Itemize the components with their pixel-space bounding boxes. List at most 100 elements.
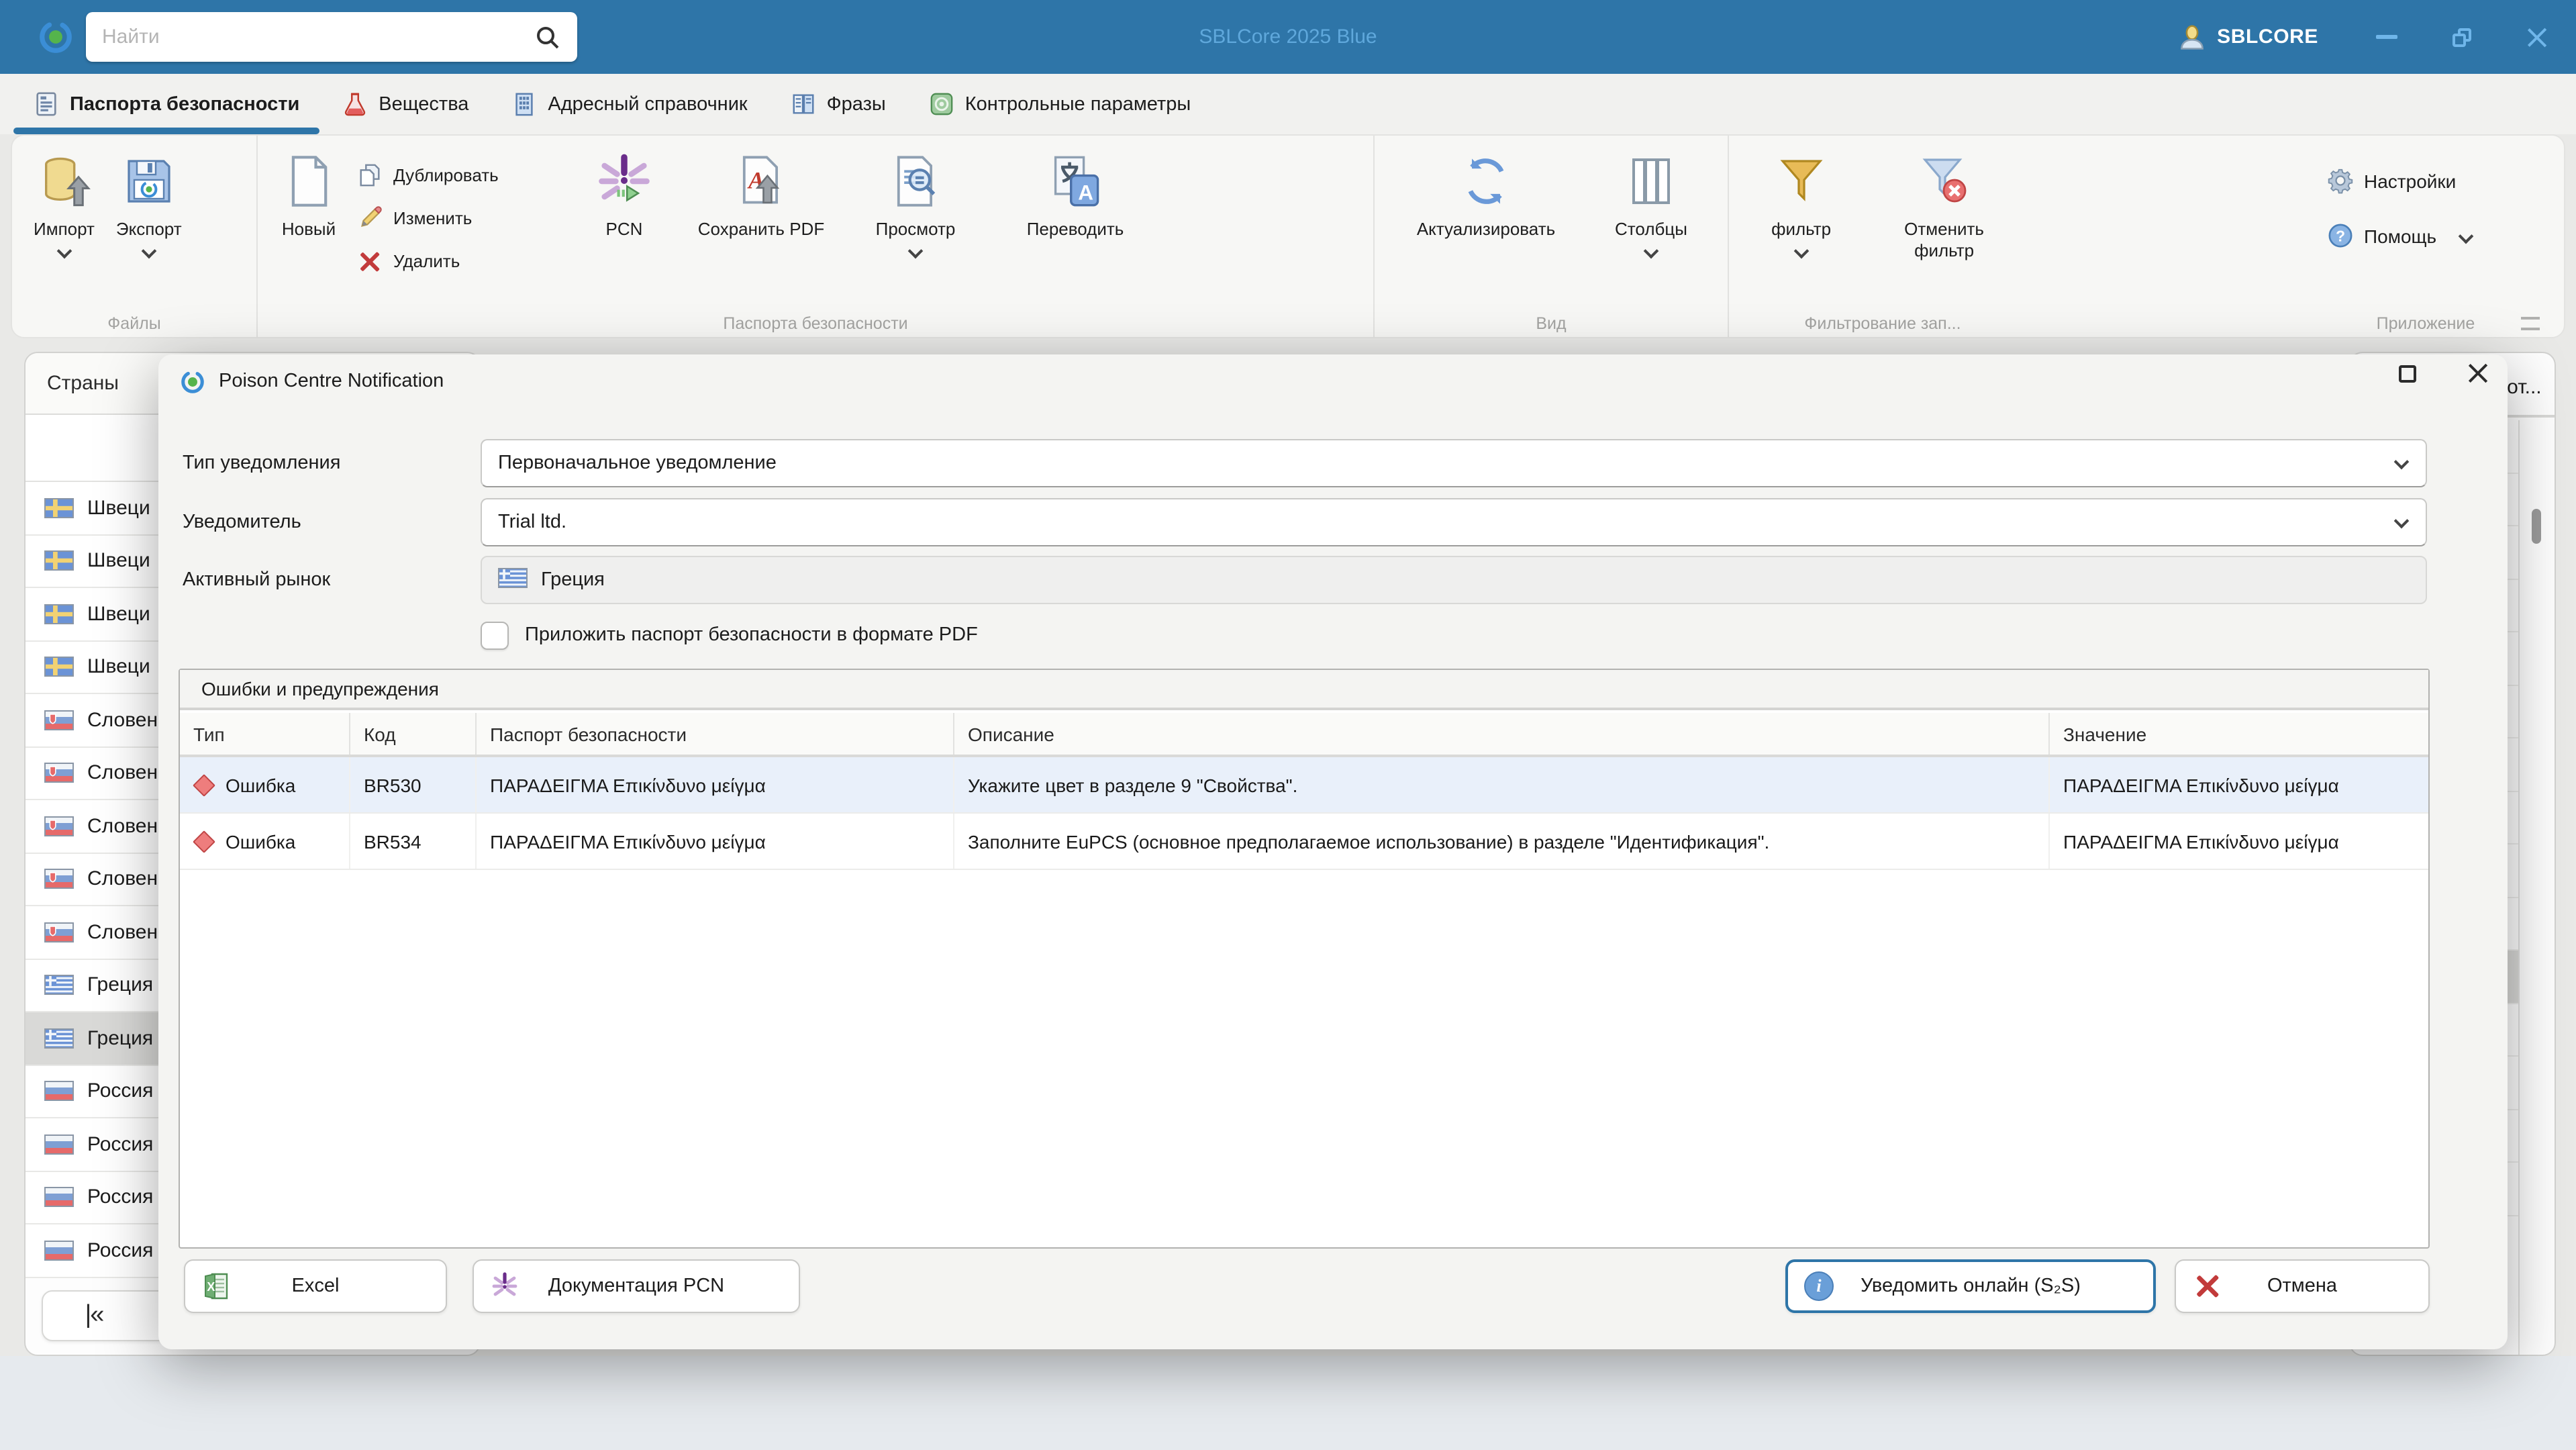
greece-flag-icon [498,567,528,593]
export-button[interactable]: Экспорт [108,146,190,262]
error-description-cell: Укажите цвет в разделе 9 "Свойства". [954,757,2050,812]
button-label: Настройки [2364,170,2456,191]
field-row-notification-type: Тип уведомления Первоначальное уведомлен… [183,439,2427,487]
save-pdf-button[interactable]: A Сохранить PDF [687,146,835,246]
column-header[interactable]: Паспорт безопасности [477,713,954,755]
button-label: PCN [606,219,643,241]
ribbon-toolbar: Импорт Экспорт Файлы [11,134,2565,338]
field-value: Греция [541,569,605,591]
settings-button[interactable]: Настройки [2322,165,2477,196]
pcn-documentation-button[interactable]: Документация PCN [473,1259,800,1313]
duplicate-button[interactable]: Дублировать [352,160,561,191]
preview-icon [886,152,945,211]
application-window: SBLCore 2025 Blue SBLCORE [0,0,2576,1450]
button-label: Переводить [1027,219,1124,241]
country-label: Словен [87,921,158,944]
attach-pdf-checkbox[interactable] [481,621,509,649]
delete-button[interactable]: Удалить [352,246,561,277]
column-header[interactable]: Тип [180,713,350,755]
dialog-maximize-button[interactable] [2399,365,2416,382]
duplicate-icon [357,162,383,188]
edit-button[interactable]: Изменить [352,203,561,234]
country-label: Словен [87,709,158,732]
se-flag-icon [44,657,74,677]
pcn-star-icon [595,152,654,211]
error-type-cell: Ошибка [180,757,350,812]
error-description-cell: Заполните EuPCS (основное предполагаемое… [954,814,2050,869]
field-label: Активный рынок [183,569,481,591]
field-row-active-market: Активный рынок Греция [183,556,2427,604]
attach-pdf-row: Приложить паспорт безопасности в формате… [481,618,978,652]
tab-control-parameters[interactable]: Контрольные параметры [925,74,1195,134]
cancel-filter-button[interactable]: Отменить фильтр [1865,146,2023,268]
error-table-row[interactable]: ОшибкаBR534 ΠΑΡΑΔΕΙΓΜΑ Επικίνδυνο μείγμαЗ… [180,814,2428,870]
dialog-titlebar: Poison Centre Notification [158,354,2508,408]
tab-substances[interactable]: Вещества [338,74,473,134]
columns-button[interactable]: Столбцы [1589,146,1713,262]
first-page-button[interactable]: |« [85,1301,103,1331]
tab-address-book[interactable]: Адресный справочник [507,74,751,134]
tab-label: Паспорта безопасности [70,93,299,115]
se-flag-icon [44,551,74,571]
restore-button[interactable] [2442,17,2482,57]
button-label: Изменить [393,208,472,228]
ribbon-group-view: Актуализировать Столбцы Вид [1373,136,1728,337]
country-label: Швеци [87,550,150,573]
svg-text:A: A [1078,180,1093,204]
error-type-cell: Ошибка [180,814,350,869]
notifier-combobox[interactable]: Trial ltd. [481,498,2427,546]
filter-button[interactable]: фильтр [1742,146,1860,262]
search-icon[interactable] [534,23,561,50]
dialog-close-icon[interactable] [2467,362,2489,384]
errors-table-body: ОшибкаBR530ΠΑΡΑΔΕΙΓΜΑ Επικίνδυνο μείγμαУ… [180,757,2428,870]
group-menu-icon[interactable] [2521,317,2540,330]
dialog-title: Poison Centre Notification [219,371,444,392]
cancel-button[interactable]: Отмена [2175,1259,2430,1313]
close-button[interactable] [2517,17,2557,57]
country-label: Греция [87,1027,153,1050]
refresh-button[interactable]: Актуализировать [1388,146,1584,246]
excel-icon: X [201,1271,231,1301]
vertical-scrollbar-thumb[interactable] [2532,509,2541,544]
country-label: Словен [87,762,158,785]
new-button[interactable]: Новый [271,146,346,246]
error-value-cell: ΠΑΡΑΔΕΙΓΜΑ Επικίνδυνο μείγμα [2050,814,2428,869]
cancel-x-icon [2192,1271,2222,1301]
preview-button[interactable]: Просмотр [840,146,991,262]
help-button[interactable]: ? Помощь [2322,220,2477,251]
search-input[interactable] [86,26,534,48]
tab-phrases[interactable]: Фразы [787,74,890,134]
save-pdf-icon: A [732,152,791,211]
country-label: Словен [87,815,158,838]
user-account[interactable]: SBLCORE [2177,22,2318,52]
filter-cancel-icon [1915,152,1974,211]
notification-type-combobox[interactable]: Первоначальное уведомление [481,439,2427,487]
import-button[interactable]: Импорт [26,146,103,262]
column-header[interactable]: Значение [2050,713,2428,755]
translate-icon: A [1046,152,1105,211]
status-strip [0,1356,2576,1450]
country-label: Швеци [87,656,150,679]
gr-flag-icon [44,975,74,996]
active-market-field[interactable]: Греция [481,556,2427,604]
excel-button[interactable]: X Excel [184,1259,447,1313]
column-header[interactable]: Код [350,713,477,755]
minimize-button[interactable] [2367,17,2407,57]
error-code-cell: BR534 [350,814,477,869]
notify-online-button[interactable]: i Уведомить онлайн (S₂S) [1785,1259,2156,1313]
sds-document-icon [34,91,59,117]
chevron-down-icon [2459,228,2474,244]
chevron-down-icon [2394,514,2410,529]
pcn-button[interactable]: PCN [566,146,682,246]
chevron-down-icon [56,244,72,259]
svg-text:A: A [747,167,764,194]
button-label: Актуализировать [1417,219,1555,241]
button-label: Excel [292,1275,340,1297]
refresh-icon [1456,152,1516,211]
si-flag-icon [44,869,74,889]
error-table-row[interactable]: ОшибкаBR530ΠΑΡΑΔΕΙΓΜΑ Επικίνδυνο μείγμαУ… [180,757,2428,814]
column-header[interactable]: Описание [954,713,2050,755]
tab-label: Адресный справочник [548,93,747,115]
tab-safety-data-sheets[interactable]: Паспорта безопасности [30,74,303,134]
translate-button[interactable]: A Переводить [996,146,1154,246]
